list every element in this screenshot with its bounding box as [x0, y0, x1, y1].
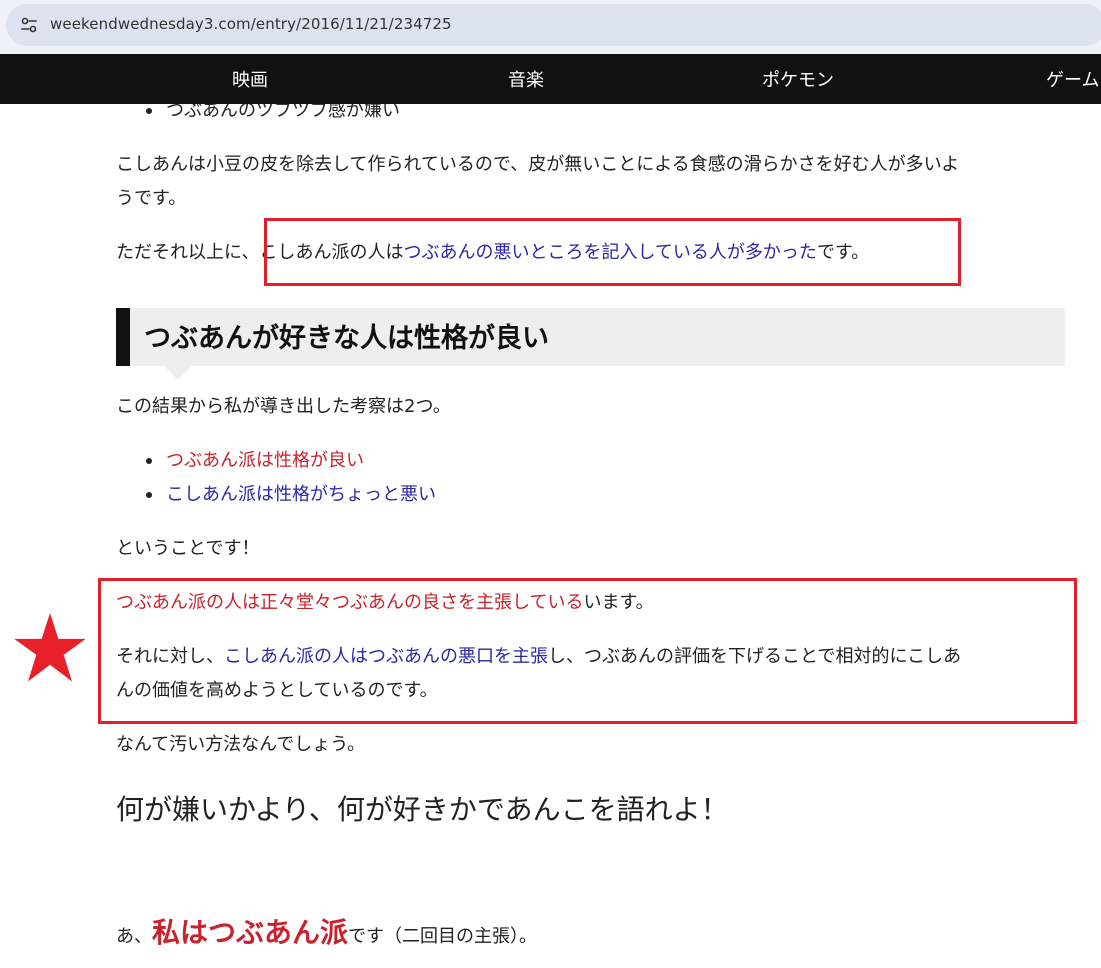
paragraph-text: あ、 — [116, 926, 152, 947]
address-bar[interactable]: weekendwednesday3.com/entry/2016/11/21/2… — [6, 4, 1101, 46]
nav-item-movies[interactable]: 映画 — [232, 66, 268, 92]
nav-item-music[interactable]: 音楽 — [508, 66, 544, 92]
list-item: つぶあん派は性格が良い — [166, 450, 364, 471]
section-heading-text: つぶあんが好きな人は性格が良い — [144, 323, 549, 354]
paragraph-text: です（二回目の主張）。 — [348, 926, 538, 947]
browser-toolbar: weekendwednesday3.com/entry/2016/11/21/2… — [0, 0, 1101, 54]
section-heading: つぶあんが好きな人は性格が良い — [116, 308, 1065, 366]
star-icon — [14, 613, 86, 682]
paragraph: この結果から私が導き出した考察は2つ。 — [116, 396, 451, 417]
bullet-dot — [146, 492, 152, 498]
paragraph-text: ただそれ以上に、 — [116, 242, 260, 263]
paragraph-line: こしあんは小豆の皮を除去して作られているので、皮が無いことによる食感の滑らかさを… — [116, 154, 960, 175]
emphasis-red-text: つぶあん派の人は正々堂々つぶあんの良さを主張している — [116, 592, 584, 613]
article-body: つぶあんのツブツブ感が嫌い こしあんは小豆の皮を除去して作られているので、皮が無… — [0, 100, 1101, 968]
emphasis-blue-text: こしあん派の人はつぶあんの悪口を主張 — [224, 646, 548, 667]
nav-item-pokemon[interactable]: ポケモン — [762, 66, 834, 92]
paragraph: なんて汚い方法なんでしょう。 — [116, 734, 366, 755]
bold-emphasis-text: 私はつぶあん派 — [152, 916, 349, 949]
bullet-dot — [146, 108, 152, 114]
url-text[interactable]: weekendwednesday3.com/entry/2016/11/21/2… — [50, 15, 452, 33]
paragraph-text: それに対し、 — [116, 646, 224, 667]
paragraph: あ、私はつぶあん派です（二回目の主張）。 — [116, 916, 537, 954]
list-item: こしあん派は性格がちょっと悪い — [166, 484, 436, 505]
paragraph-line: それに対し、こしあん派の人はつぶあんの悪口を主張し、つぶあんの評価を下げることで… — [116, 640, 961, 674]
paragraph: つぶあん派の人は正々堂々つぶあんの良さを主張しているいます。 — [116, 586, 654, 620]
large-statement: 何が嫌いかより、何が好きかであんこを語れよ！ — [116, 793, 729, 826]
paragraph: ということです！ — [116, 538, 260, 559]
site-nav: 映画 音楽 ポケモン ゲーム — [0, 54, 1101, 104]
paragraph-text: います。 — [583, 592, 654, 613]
browser-page: weekendwednesday3.com/entry/2016/11/21/2… — [0, 0, 1101, 968]
paragraph-text: し、つぶあんの評価を下げることで相対的にこしあ — [548, 646, 962, 667]
bullet-dot — [146, 458, 152, 464]
heading-pointer — [164, 366, 192, 380]
paragraph-line: んの価値を高めようとしているのです。 — [116, 680, 438, 701]
highlight-box — [264, 218, 961, 286]
nav-item-games[interactable]: ゲーム — [1046, 66, 1099, 92]
paragraph-line: うです。 — [116, 188, 187, 209]
tune-icon[interactable] — [20, 16, 38, 34]
